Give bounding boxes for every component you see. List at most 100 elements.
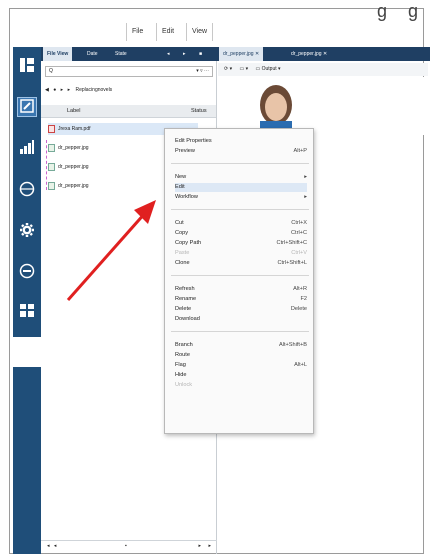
tab-date[interactable]: Date <box>83 47 102 61</box>
menu-item-label: Workflow <box>175 194 198 200</box>
menu-item-label: Refresh <box>175 286 195 292</box>
menu-item-workflow[interactable]: Workflow ▸ <box>175 193 307 202</box>
rotate-icon[interactable]: ⟳ ▾ <box>224 66 232 72</box>
menu-item-copy-path[interactable]: Copy Path Ctrl+Shift+C <box>175 239 307 248</box>
image-file-icon <box>48 162 55 171</box>
search-input[interactable]: Q ▾ ▿ ⋯ <box>45 66 213 77</box>
menu-item-route[interactable]: Route <box>175 351 307 360</box>
file-name: Jrexa Ram.pdf <box>58 126 91 132</box>
scroll-last-icon[interactable]: ▸ <box>208 541 211 551</box>
tab-file-view[interactable]: File View <box>43 47 73 61</box>
menu-item-refresh[interactable]: Refresh Alt+R <box>175 285 307 294</box>
left-sidebar <box>13 47 41 554</box>
menu-item-copy[interactable]: Copy Ctrl+C <box>175 229 307 238</box>
scroll-first-icon[interactable]: ◂ <box>47 543 50 549</box>
output-dropdown[interactable]: ▭ Output ▾ <box>256 66 281 72</box>
menu-item-new[interactable]: New ▸ <box>175 173 307 182</box>
scroll-left-icon[interactable]: ◂ <box>54 543 57 549</box>
circle-icon[interactable] <box>17 263 37 283</box>
file-name: dr_pepper.jpg <box>58 164 89 170</box>
horizontal-scrollbar[interactable]: ◂ ◂ ▪ ▸ ▸ <box>41 540 217 550</box>
home-icon[interactable]: ● <box>53 87 56 93</box>
sidebar-gap <box>13 337 41 367</box>
menu-item-label: Hide <box>175 372 187 378</box>
globe-icon[interactable] <box>17 181 37 201</box>
gear-icon[interactable] <box>17 222 37 242</box>
close-icon[interactable]: ✕ <box>255 51 259 57</box>
menu-item-download[interactable]: Download <box>175 315 307 324</box>
menu-item-label: Copy <box>175 230 189 236</box>
chevron-right-icon[interactable]: ▸ <box>179 47 190 61</box>
filter-icon[interactable]: ▾ ▿ ⋯ <box>196 67 209 76</box>
dashboard-icon[interactable] <box>17 57 37 77</box>
chevron-left-icon[interactable]: ◂ <box>163 47 174 61</box>
menu-item-label: Edit <box>175 184 185 190</box>
column-header-label[interactable]: Label <box>67 105 80 118</box>
edit-icon[interactable] <box>17 97 37 117</box>
context-menu: Edit Properties Preview Alt+P New ▸ Edit Workf… <box>164 128 314 434</box>
menu-item-shortcut: Ctrl+V <box>291 250 307 256</box>
pdf-file-icon <box>48 124 55 133</box>
menu-edit[interactable]: Edit <box>156 23 179 41</box>
file-pane-tabs: File View Date State ◂ ▸ ■ <box>41 47 217 61</box>
image-file-icon <box>48 181 55 190</box>
tab-document-2-label: dr_pepper.jpg <box>291 51 322 57</box>
scroll-right-icon[interactable]: ▸ <box>198 541 201 551</box>
tab-state[interactable]: State <box>111 47 131 61</box>
menu-item-label: Flag <box>175 362 186 368</box>
file-name: dr_pepper.jpg <box>58 145 89 151</box>
chart-icon[interactable] <box>17 139 37 159</box>
forward-icon[interactable]: ▸ <box>61 87 64 93</box>
menu-item-label: Preview <box>175 148 195 154</box>
menu-item-label: Unlock <box>175 382 193 388</box>
menu-item-label: Rename <box>175 296 197 302</box>
tab-document-2[interactable]: dr_pepper.jpg ✕ <box>287 47 331 61</box>
menu-item-label: Clone <box>175 260 190 266</box>
column-header-status[interactable]: Status <box>191 105 207 118</box>
menu-item-label: Delete <box>175 306 192 312</box>
table-header: Label Status <box>41 105 217 118</box>
menu-separator <box>171 275 309 276</box>
menu-item-preview[interactable]: Preview Alt+P <box>175 147 307 156</box>
view-icon[interactable]: ▭ ▾ <box>239 66 248 72</box>
menu-separator <box>171 209 309 210</box>
menu-item-label: Paste <box>175 250 190 256</box>
menu-item-label: Copy Path <box>175 240 202 246</box>
close-icon[interactable]: ✕ <box>323 51 327 57</box>
pin-icon[interactable]: ■ <box>195 47 206 61</box>
menu-separator <box>171 163 309 164</box>
menu-item-paste: Paste Ctrl+V <box>175 249 307 258</box>
image-preview <box>218 77 428 135</box>
menu-item-shortcut: Ctrl+Shift+L <box>277 260 307 266</box>
menu-item-edit[interactable]: Edit <box>175 183 307 192</box>
tab-document-1[interactable]: dr_pepper.jpg ✕ <box>219 47 264 61</box>
menu-item-flag[interactable]: Flag Alt+L <box>175 361 307 370</box>
menu-item-label: Route <box>175 352 190 358</box>
back-icon[interactable]: ◀ <box>45 87 49 93</box>
menu-item-cut[interactable]: Cut Ctrl+X <box>175 219 307 228</box>
breadcrumb[interactable]: Replacingnovels <box>75 87 112 93</box>
image-file-icon <box>48 143 55 152</box>
menu-item-branch[interactable]: Branch Alt+Shift+B <box>175 341 307 350</box>
menu-item-label: Cut <box>175 220 184 226</box>
scroll-thumb[interactable]: ▪ <box>125 541 127 551</box>
menu-item-hide[interactable]: Hide <box>175 371 307 380</box>
menu-item-label: Edit Properties <box>175 138 212 144</box>
people-icon[interactable] <box>17 302 37 322</box>
menu-item-shortcut: Alt+L <box>294 362 307 368</box>
menu-item-shortcut: Alt+P <box>293 148 307 154</box>
menu-file[interactable]: File <box>126 23 148 41</box>
red-arrow-annotation <box>66 200 156 301</box>
menu-item-clone[interactable]: Clone Ctrl+Shift+L <box>175 259 307 268</box>
menu-item-label: Branch <box>175 342 193 348</box>
tab-document-1-label: dr_pepper.jpg <box>223 51 254 57</box>
menu-item-rename[interactable]: Rename F2 <box>175 295 307 304</box>
file-name: dr_pepper.jpg <box>58 183 89 189</box>
menu-view[interactable]: View <box>186 23 214 41</box>
menu-item-edit-properties[interactable]: Edit Properties <box>175 137 307 146</box>
up-icon[interactable]: ▸ <box>68 87 71 93</box>
menu-item-delete[interactable]: Delete Delete <box>175 305 307 314</box>
menu-separator <box>171 331 309 332</box>
cropped-title-text: g g <box>377 1 427 21</box>
menu-item-shortcut: Alt+Shift+B <box>279 342 307 348</box>
